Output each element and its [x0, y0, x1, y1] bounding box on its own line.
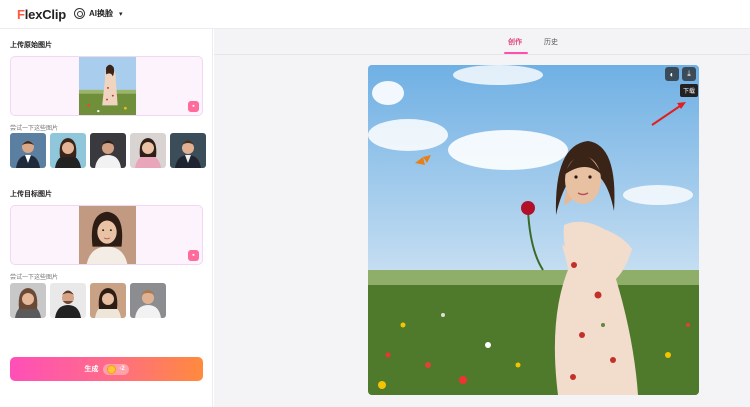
- sample-thumb[interactable]: [90, 133, 126, 168]
- tool-name: AI换脸: [89, 9, 113, 18]
- original-image-upload[interactable]: ▪: [10, 56, 203, 116]
- target-sample-list: [10, 283, 166, 318]
- compare-button[interactable]: ◐: [665, 67, 679, 81]
- original-image-preview: [78, 57, 137, 115]
- face-swap-icon: [74, 8, 85, 19]
- sample-thumb[interactable]: [90, 283, 126, 318]
- main-area: 创作 历史 ◐ ⤓ 下载: [214, 29, 750, 407]
- sample-thumb[interactable]: [170, 133, 206, 168]
- target-image-title: 上传目标图片: [10, 191, 52, 198]
- sample-thumb[interactable]: [50, 283, 86, 318]
- trash-icon: ▪: [192, 103, 195, 110]
- delete-image-button[interactable]: ▪: [188, 250, 199, 261]
- original-sample-list: [10, 133, 206, 168]
- logo-prefix: F: [17, 7, 25, 22]
- result-image: [368, 65, 699, 395]
- left-panel: 上传原始图片 ▪ 尝试一下这些图片 上传目标图片 ▪ 尝试一下这些图片 生成 -…: [0, 29, 213, 407]
- delete-image-button[interactable]: ▪: [188, 101, 199, 112]
- generate-button[interactable]: 生成 -2: [10, 357, 203, 381]
- target-hint: 尝试一下这些图片: [10, 275, 59, 281]
- sample-thumb[interactable]: [130, 283, 166, 318]
- download-button[interactable]: ⤓: [682, 67, 696, 81]
- credit-badge: -2: [103, 363, 129, 375]
- sample-thumb[interactable]: [50, 133, 86, 168]
- logo-text: lexClip: [24, 7, 66, 22]
- chevron-down-icon: ▾: [119, 10, 123, 18]
- trash-icon: ▪: [192, 252, 195, 259]
- target-image-preview: [78, 206, 137, 264]
- target-image-upload[interactable]: ▪: [10, 205, 203, 265]
- sample-thumb[interactable]: [10, 133, 46, 168]
- tool-selector[interactable]: AI换脸 ▾: [74, 8, 123, 19]
- original-image-title: 上传原始图片: [10, 42, 52, 49]
- sample-thumb[interactable]: [10, 283, 46, 318]
- download-tooltip: 下载: [680, 84, 699, 97]
- original-hint: 尝试一下这些图片: [10, 126, 59, 132]
- compare-icon: ◐: [669, 69, 675, 79]
- coin-icon: [107, 364, 117, 374]
- download-icon: ⤓: [687, 69, 691, 78]
- credit-cost: -2: [119, 366, 125, 372]
- tab-history[interactable]: 历史: [544, 37, 558, 47]
- tab-bar: 创作 历史: [214, 29, 750, 55]
- flexclip-logo[interactable]: FlexClip: [17, 7, 66, 22]
- generate-label: 生成: [84, 366, 99, 373]
- top-bar: FlexClip AI换脸 ▾: [0, 0, 750, 29]
- tab-create[interactable]: 创作: [508, 37, 522, 47]
- active-tab-indicator: [504, 52, 528, 54]
- sample-thumb[interactable]: [130, 133, 166, 168]
